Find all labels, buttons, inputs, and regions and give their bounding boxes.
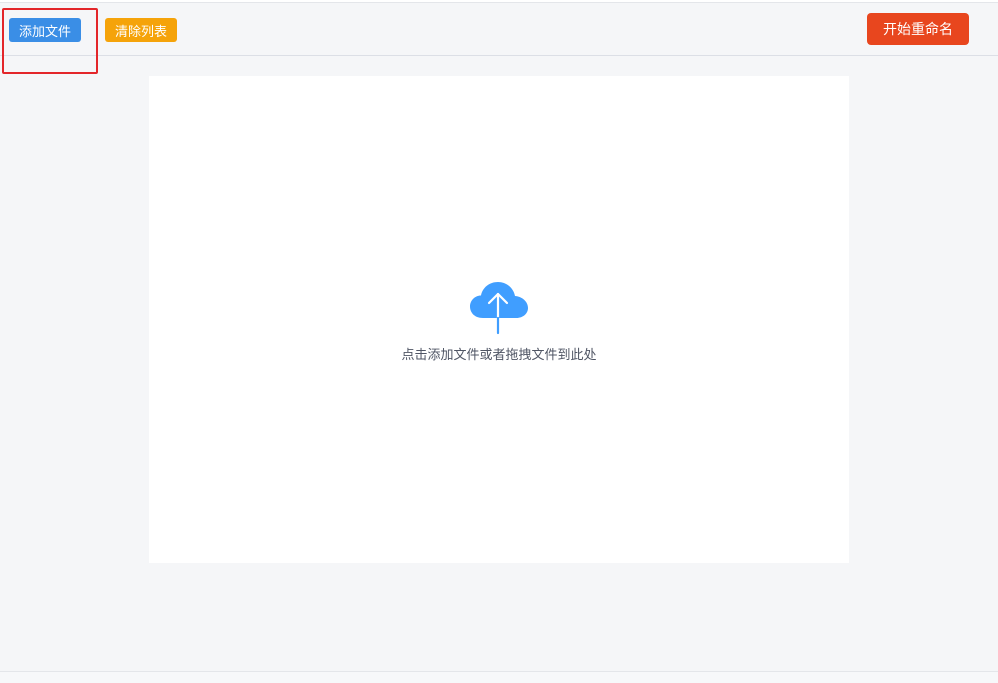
bottom-bar <box>0 671 998 683</box>
cloud-upload-icon <box>470 282 528 335</box>
toolbar: 添加文件 清除列表 开始重命名 <box>0 3 998 56</box>
file-drop-zone[interactable]: 点击添加文件或者拖拽文件到此处 <box>149 76 849 563</box>
add-file-button[interactable]: 添加文件 <box>9 18 81 42</box>
drop-hint-text: 点击添加文件或者拖拽文件到此处 <box>401 348 597 363</box>
app-window: 添加文件 清除列表 开始重命名 点击添加文件或者拖拽文件到此处 <box>0 0 998 683</box>
start-rename-button[interactable]: 开始重命名 <box>867 13 969 45</box>
clear-list-button[interactable]: 清除列表 <box>105 18 177 42</box>
